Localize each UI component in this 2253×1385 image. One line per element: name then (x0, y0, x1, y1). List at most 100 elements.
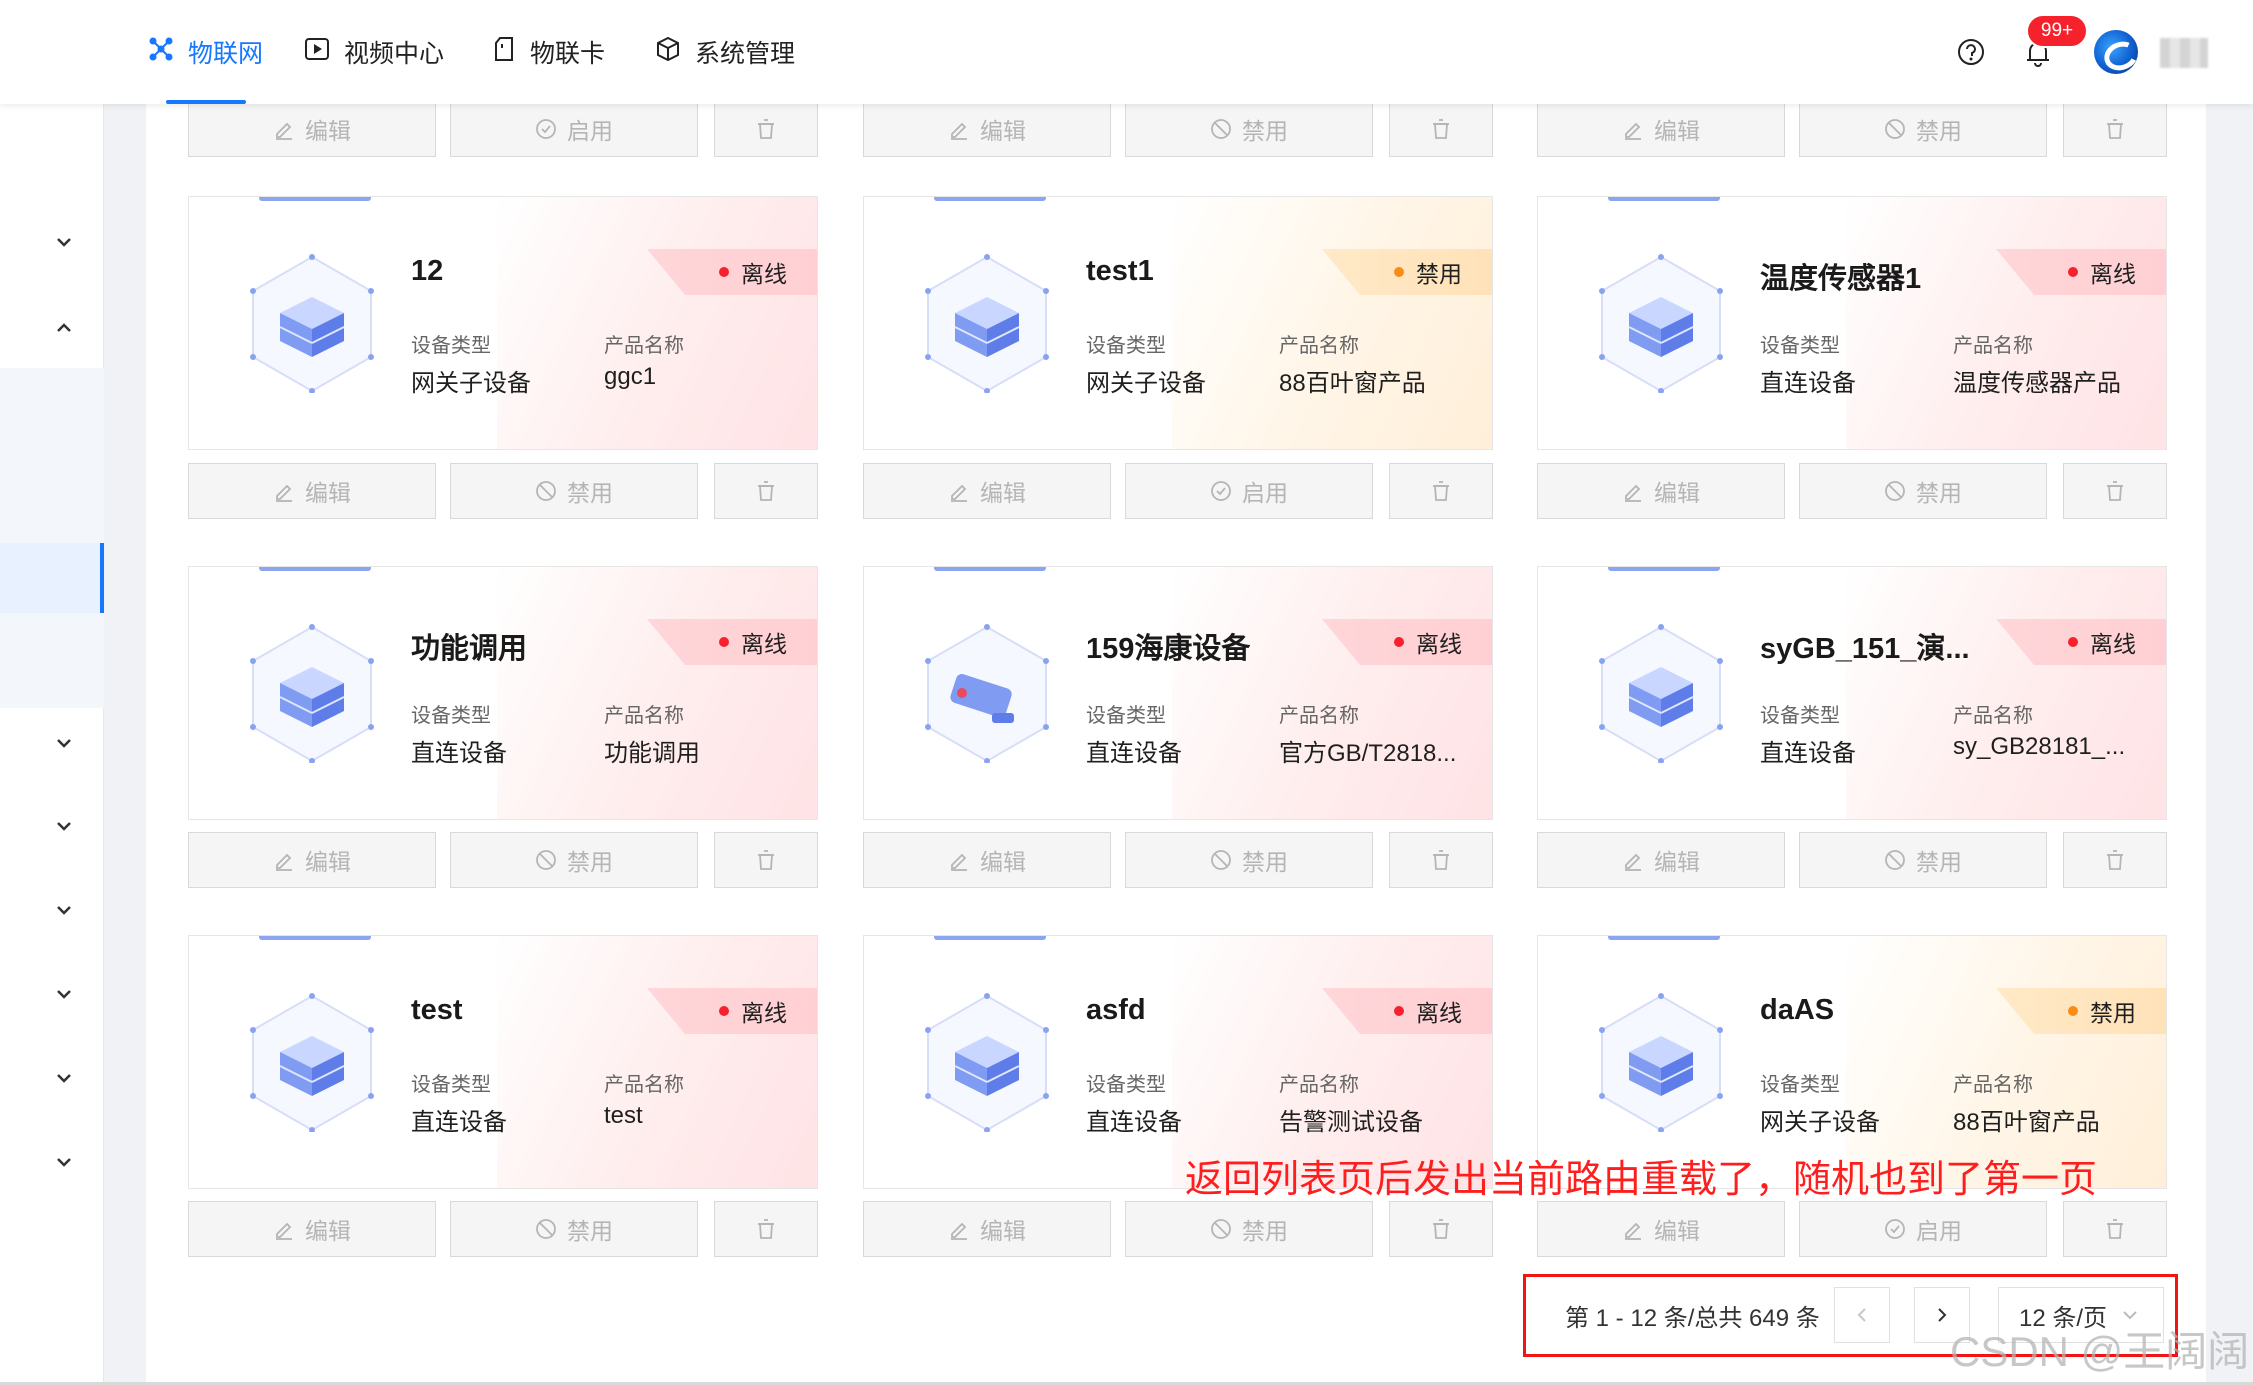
enable-button[interactable]: 启用 (1125, 463, 1373, 519)
disable-button[interactable]: 禁用 (1125, 1201, 1373, 1257)
delete-button[interactable] (714, 463, 818, 519)
enable-button[interactable]: 启用 (450, 101, 698, 157)
edit-button[interactable]: 编辑 (1537, 1201, 1785, 1257)
status-dot (1394, 267, 1404, 277)
delete-button[interactable] (1389, 101, 1493, 157)
avatar[interactable] (2094, 30, 2138, 74)
server-icon (247, 992, 377, 1133)
delete-button[interactable] (1389, 463, 1493, 519)
edit-button[interactable]: 编辑 (188, 832, 436, 888)
card-glow (497, 197, 817, 449)
edit-button[interactable]: 编辑 (863, 463, 1111, 519)
device-name: syGB_151_演... (1760, 633, 1970, 665)
edit-button[interactable]: 编辑 (863, 101, 1111, 157)
delete-button[interactable] (1389, 832, 1493, 888)
watermark: CSDN @王阔阔 (1950, 1328, 2250, 1375)
edit-button[interactable]: 编辑 (863, 1201, 1111, 1257)
chevron-down-icon[interactable] (50, 1148, 78, 1176)
device-type-value: 直连设备 (1760, 740, 1856, 767)
delete-button[interactable] (714, 1201, 818, 1257)
edit-button[interactable]: 编辑 (1537, 832, 1785, 888)
delete-icon (758, 119, 774, 139)
nav-item-sim[interactable]: 物联卡 (492, 0, 605, 104)
delete-icon (1433, 850, 1449, 870)
edit-button-label: 编辑 (305, 1218, 351, 1244)
delete-button[interactable] (2063, 101, 2167, 157)
device-card[interactable]: 功能调用 离线 设备类型 产品名称 直连设备 功能调用 (188, 566, 818, 820)
delete-button[interactable] (2063, 463, 2167, 519)
disable-button-label: 禁用 (1916, 480, 1962, 506)
edit-button[interactable]: 编辑 (188, 1201, 436, 1257)
chevron-down-icon[interactable] (50, 729, 78, 757)
notification-badge: 99+ (2026, 14, 2088, 48)
username-blurred[interactable] (2160, 38, 2208, 68)
disable-button[interactable]: 禁用 (1125, 101, 1373, 157)
product-name-value: test (604, 1102, 643, 1129)
device-type-value: 直连设备 (1760, 370, 1856, 397)
enable-button[interactable]: 启用 (1799, 1201, 2047, 1257)
edit-button[interactable]: 编辑 (1537, 101, 1785, 157)
disable-button[interactable]: 禁用 (1799, 463, 2047, 519)
disable-button[interactable]: 禁用 (450, 1201, 698, 1257)
nav-item-system[interactable]: 系统管理 (655, 0, 795, 104)
disable-button-label: 禁用 (1242, 1218, 1288, 1244)
device-card[interactable]: syGB_151_演... 离线 设备类型 产品名称 直连设备 sy_GB28181_..… (1537, 566, 2167, 820)
device-name: 159海康设备 (1086, 633, 1251, 665)
delete-button[interactable] (2063, 1201, 2167, 1257)
nav-item-video[interactable]: 视频中心 (304, 0, 444, 104)
card-glow (497, 567, 817, 819)
chevron-down-icon[interactable] (50, 228, 78, 256)
chevron-down-icon[interactable] (50, 980, 78, 1008)
disable-button[interactable]: 禁用 (1125, 832, 1373, 888)
edit-icon (276, 853, 292, 871)
edit-button-label: 编辑 (980, 480, 1026, 506)
product-name-label: 产品名称 (1279, 335, 1359, 357)
delete-button[interactable] (714, 832, 818, 888)
edit-button-label: 编辑 (980, 118, 1026, 144)
chevron-down-icon[interactable] (50, 896, 78, 924)
device-name: asfd (1086, 994, 1146, 1026)
device-card[interactable]: test 离线 设备类型 产品名称 直连设备 test (188, 935, 818, 1189)
device-card[interactable]: 12 离线 设备类型 产品名称 网关子设备 ggc1 (188, 196, 818, 450)
edit-button[interactable]: 编辑 (863, 832, 1111, 888)
stop-icon (536, 1219, 556, 1239)
help-icon[interactable] (1956, 37, 1986, 72)
edit-button[interactable]: 编辑 (188, 101, 436, 157)
device-type-value: 网关子设备 (1086, 370, 1206, 397)
disable-button[interactable]: 禁用 (450, 832, 698, 888)
device-card[interactable]: test1 禁用 设备类型 产品名称 网关子设备 88百叶窗产品 (863, 196, 1493, 450)
card-glow (1846, 567, 2166, 819)
delete-icon (1433, 481, 1449, 501)
device-card[interactable]: 温度传感器1 离线 设备类型 产品名称 直连设备 温度传感器产品 (1537, 196, 2167, 450)
device-type-label: 设备类型 (1086, 1074, 1166, 1096)
edit-button[interactable]: 编辑 (1537, 463, 1785, 519)
delete-button[interactable] (2063, 832, 2167, 888)
card-glow (1172, 567, 1492, 819)
disable-button[interactable]: 禁用 (450, 463, 698, 519)
chevron-down-icon[interactable] (50, 812, 78, 840)
delete-icon (758, 481, 774, 501)
status-text: 离线 (1416, 631, 1462, 657)
disable-button[interactable]: 禁用 (1799, 832, 2047, 888)
disable-button[interactable]: 禁用 (1799, 101, 2047, 157)
delete-icon (1433, 119, 1449, 139)
edit-button-label: 编辑 (1654, 849, 1700, 875)
device-card[interactable]: 159海康设备 离线 设备类型 产品名称 直连设备 官方GB/T2818... (863, 566, 1493, 820)
edit-button[interactable]: 编辑 (188, 463, 436, 519)
enable-button-label: 启用 (567, 118, 613, 144)
device-type-value: 网关子设备 (411, 370, 531, 397)
server-icon (1596, 992, 1726, 1133)
product-name-value: sy_GB28181_... (1953, 733, 2126, 760)
nav-item-iot[interactable]: 物联网 (148, 0, 263, 104)
device-type-label: 设备类型 (411, 705, 491, 727)
delete-button[interactable] (714, 101, 818, 157)
stop-icon (536, 481, 556, 501)
edit-button-label: 编辑 (305, 118, 351, 144)
card-tab (1608, 197, 1720, 201)
chevron-down-icon[interactable] (50, 1064, 78, 1092)
edit-button-label: 编辑 (1654, 480, 1700, 506)
chevron-up-icon[interactable] (50, 314, 78, 342)
server-icon (1596, 623, 1726, 764)
delete-button[interactable] (1389, 1201, 1493, 1257)
sidebar-active-item[interactable] (0, 543, 104, 613)
